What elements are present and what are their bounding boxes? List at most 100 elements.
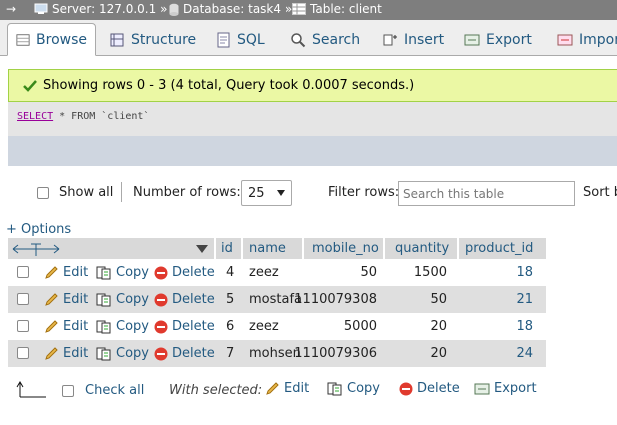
edit-label: Edit (63, 319, 89, 334)
breadcrumb-database[interactable]: Database: task4 » (169, 2, 292, 16)
column-header-quantity-label: quantity (395, 241, 450, 256)
delete-icon (154, 347, 168, 360)
column-header-product_id-label: product_id (465, 241, 534, 256)
table-row: Edit Copy Delete 5 mostafa 1110079308 50… (8, 286, 546, 313)
structure-icon (110, 33, 124, 46)
column-header-name[interactable]: name (243, 238, 302, 259)
table-row: Edit Copy Delete 4 zeez 50 1500 18 (8, 259, 546, 286)
bulk-edit-button[interactable]: Edit (265, 381, 309, 396)
check-all-checkbox[interactable] (62, 385, 74, 397)
table-row: Edit Copy Delete 7 mohsen 1110079306 20 … (8, 340, 546, 367)
delete-link[interactable]: Delete (154, 313, 215, 340)
copy-link[interactable]: Copy (96, 259, 149, 286)
export-icon (464, 34, 480, 45)
divider (121, 182, 122, 202)
checkmark-icon (23, 79, 37, 92)
column-header-product_id[interactable]: product_id (459, 238, 546, 259)
copy-icon (327, 382, 342, 396)
tab-sql-label: SQL (237, 31, 265, 48)
cell-product_id[interactable]: 21 (459, 286, 533, 313)
delete-link[interactable]: Delete (154, 259, 215, 286)
cell-name: mohsen (249, 346, 301, 361)
column-header-mobile_no[interactable]: mobile_no (304, 238, 383, 259)
column-header-quantity[interactable]: quantity (385, 238, 457, 259)
breadcrumb: → Server: 127.0.0.1 » Database: task4 » … (0, 0, 617, 20)
copy-link[interactable]: Copy (96, 313, 149, 340)
row-checkbox[interactable] (17, 320, 29, 332)
browse-icon (16, 33, 30, 46)
insert-icon (383, 34, 397, 45)
tab-search[interactable]: Search (282, 23, 368, 56)
bulk-export-button[interactable]: Export (474, 381, 537, 396)
cell-id: 4 (226, 265, 235, 280)
edit-link[interactable]: Edit (44, 313, 88, 340)
tab-browse[interactable]: Browse (7, 23, 96, 56)
copy-icon (96, 266, 111, 280)
sql-keyword[interactable]: SELECT (17, 111, 53, 122)
bulk-delete-button[interactable]: Delete (399, 381, 460, 396)
options-link[interactable]: + Options (6, 222, 71, 237)
search-icon (291, 32, 306, 47)
delete-link[interactable]: Delete (154, 286, 215, 313)
sort-by-label: Sort b (583, 185, 617, 200)
edit-label: Edit (63, 292, 89, 307)
success-message: Showing rows 0 - 3 (4 total, Query took … (8, 69, 617, 102)
success-text: Showing rows 0 - 3 (4 total, Query took … (43, 78, 415, 93)
table-row: Edit Copy Delete 6 zeez 5000 20 18 (8, 313, 546, 340)
copy-label: Copy (116, 292, 149, 307)
table-header-actions (8, 238, 214, 259)
copy-label: Copy (116, 319, 149, 334)
row-checkbox[interactable] (17, 293, 29, 305)
cell-product_id[interactable]: 18 (459, 313, 533, 340)
select-arrow-icon (16, 381, 46, 398)
tab-insert[interactable]: Insert (374, 23, 452, 56)
copy-label: Copy (116, 265, 149, 280)
bulk-export-label: Export (494, 381, 537, 396)
breadcrumb-table[interactable]: Table: client (292, 2, 382, 16)
cell-mobile_no: 50 (360, 265, 377, 280)
tab-sql[interactable]: SQL (207, 23, 273, 56)
show-all-checkbox[interactable] (37, 187, 49, 199)
with-selected-label: With selected: (169, 383, 263, 398)
cell-id: 6 (226, 319, 235, 334)
row-checkbox[interactable] (17, 266, 29, 278)
tab-bar: Browse Structure SQL Search Insert Expor… (0, 20, 617, 56)
row-checkbox[interactable] (17, 347, 29, 359)
pencil-icon (45, 347, 58, 360)
bulk-delete-label: Delete (417, 381, 460, 396)
tab-browse-label: Browse (36, 31, 87, 48)
cell-name: zeez (249, 265, 279, 280)
delete-link[interactable]: Delete (154, 340, 215, 367)
breadcrumb-table-label: Table: client (310, 2, 382, 16)
sort-caret-icon[interactable] (196, 245, 208, 253)
edit-link[interactable]: Edit (44, 340, 88, 367)
breadcrumb-server[interactable]: Server: 127.0.0.1 » (34, 2, 167, 16)
copy-link[interactable]: Copy (96, 340, 149, 367)
pencil-icon (45, 266, 58, 279)
rows-select[interactable]: 25 (241, 180, 292, 206)
query-toolbar (8, 136, 617, 166)
tab-export[interactable]: Export (456, 23, 540, 56)
delete-label: Delete (172, 346, 215, 361)
filter-input[interactable] (398, 181, 575, 206)
edit-link[interactable]: Edit (44, 259, 88, 286)
edit-link[interactable]: Edit (44, 286, 88, 313)
breadcrumb-arrow: → (6, 2, 17, 16)
import-icon (557, 34, 573, 45)
cell-product_id[interactable]: 24 (459, 340, 533, 367)
column-header-mobile_no-label: mobile_no (312, 241, 379, 256)
bulk-copy-label: Copy (347, 381, 380, 396)
cell-mobile_no: 1110079306 (294, 346, 377, 361)
cell-product_id[interactable]: 18 (459, 259, 533, 286)
tab-structure[interactable]: Structure (101, 23, 204, 56)
table-icon (292, 3, 306, 15)
column-resize-arrows-icon[interactable] (10, 241, 62, 257)
check-all-label[interactable]: Check all (85, 383, 144, 398)
tab-import[interactable]: Impor (549, 23, 617, 56)
column-header-id[interactable]: id (216, 238, 241, 259)
bulk-copy-button[interactable]: Copy (327, 381, 380, 396)
delete-icon (154, 320, 168, 333)
cell-id: 7 (226, 346, 235, 361)
cell-name: zeez (249, 319, 279, 334)
copy-link[interactable]: Copy (96, 286, 149, 313)
